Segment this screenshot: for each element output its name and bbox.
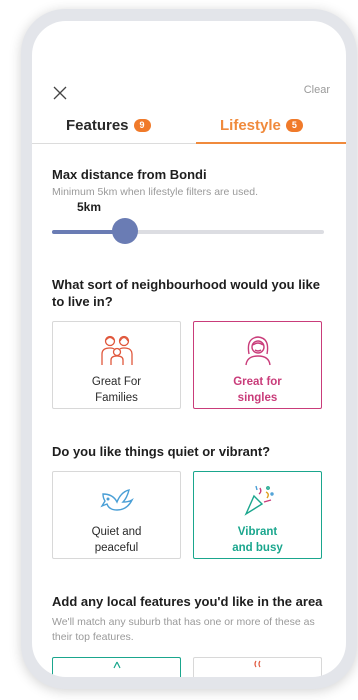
tab-lifestyle[interactable]: Lifestyle 5 xyxy=(220,107,303,143)
clear-button[interactable]: Clear xyxy=(304,84,330,96)
phone-frame: Clear Features 9 Lifestyle 5 Max distanc… xyxy=(21,9,357,689)
option-label: Great for singles xyxy=(233,376,282,404)
neighbourhood-title: What sort of neighbourhood would you lik… xyxy=(52,277,320,309)
vibe-section: Do you like things quiet or vibrant? xyxy=(52,443,324,460)
distance-subtitle: Minimum 5km when lifestyle filters are u… xyxy=(52,186,258,198)
local-features-subtitle: We'll match any suburb that has one or m… xyxy=(52,616,315,643)
tab-lifestyle-label: Lifestyle xyxy=(220,116,281,134)
option-vibrant-busy[interactable]: Vibrant and busy xyxy=(193,471,322,559)
filter-tabs: Features 9 Lifestyle 5 xyxy=(32,107,346,144)
option-great-for-singles[interactable]: Great for singles xyxy=(193,321,322,409)
option-label: Quiet and peaceful xyxy=(91,526,142,554)
distance-section: Max distance from Bondi Minimum 5km when… xyxy=(52,166,324,200)
option-quiet-peaceful[interactable]: Quiet and peaceful xyxy=(52,471,181,559)
tree-icon xyxy=(112,661,121,669)
distance-title: Max distance from Bondi xyxy=(52,167,207,182)
distance-value: 5km xyxy=(77,200,102,214)
vibe-title: Do you like things quiet or vibrant? xyxy=(52,444,271,459)
tab-lifestyle-badge: 5 xyxy=(285,118,303,132)
tab-features[interactable]: Features 9 xyxy=(66,107,151,143)
family-icon xyxy=(100,335,133,365)
local-feature-option[interactable] xyxy=(52,657,181,677)
single-person-icon xyxy=(244,336,271,366)
local-features-title: Add any local features you'd like in the… xyxy=(52,594,323,609)
option-label: Vibrant and busy xyxy=(232,526,283,554)
distance-slider-track[interactable] xyxy=(52,230,324,234)
party-popper-icon xyxy=(243,485,274,516)
option-label: Great For Families xyxy=(91,376,142,404)
tab-features-badge: 9 xyxy=(133,118,151,132)
option-great-for-families[interactable]: Great For Families xyxy=(52,321,181,409)
dove-icon xyxy=(99,489,134,511)
app-screen: Clear Features 9 Lifestyle 5 Max distanc… xyxy=(32,21,346,677)
heat-icon xyxy=(253,660,261,668)
filter-header: Clear Features 9 Lifestyle 5 xyxy=(32,21,346,144)
local-features-section: Add any local features you'd like in the… xyxy=(52,593,324,645)
close-icon[interactable] xyxy=(52,85,68,101)
neighbourhood-section: What sort of neighbourhood would you lik… xyxy=(52,276,324,310)
distance-slider-thumb[interactable] xyxy=(112,218,139,244)
local-feature-option[interactable] xyxy=(193,657,322,677)
active-tab-indicator xyxy=(196,142,346,144)
tab-features-label: Features xyxy=(66,116,129,134)
